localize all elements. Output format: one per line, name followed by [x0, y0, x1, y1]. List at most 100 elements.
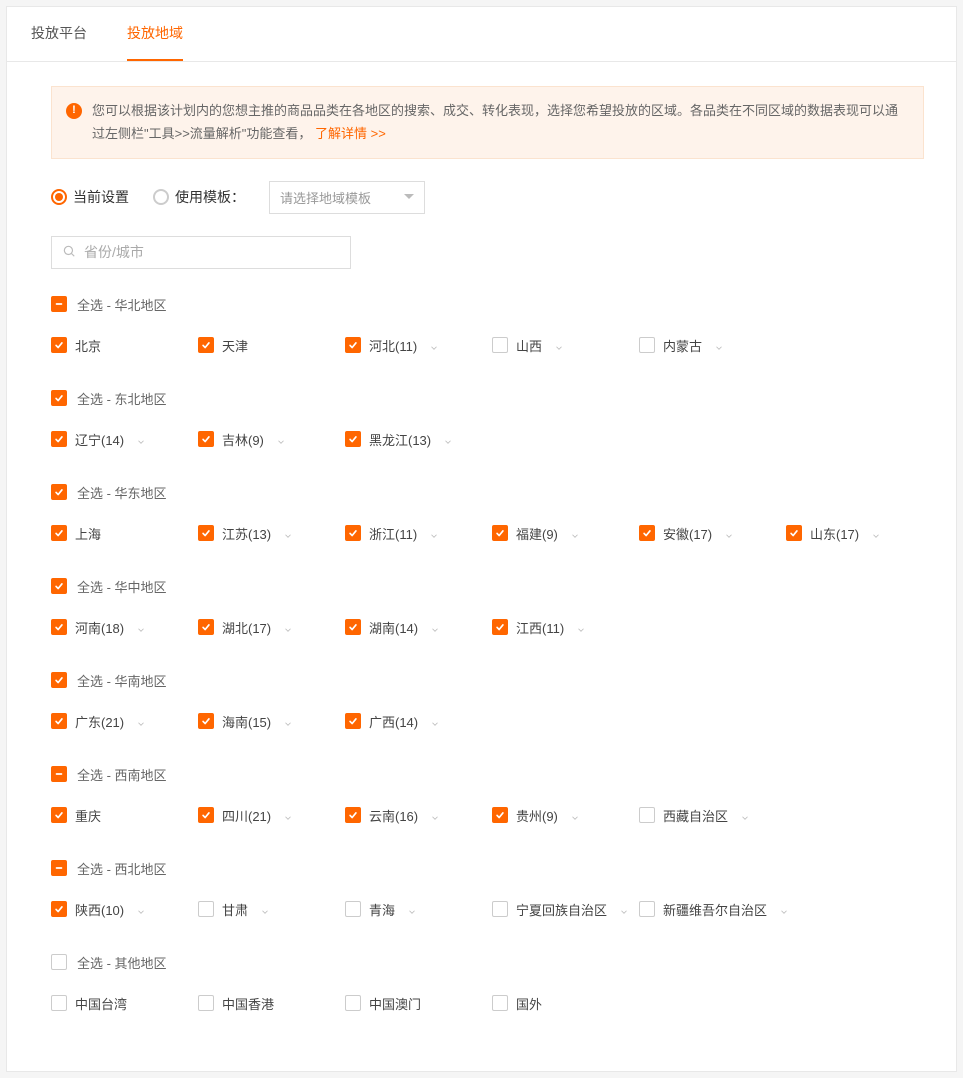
region-checkbox[interactable] — [198, 995, 214, 1011]
region-checkbox[interactable] — [345, 337, 361, 353]
region-checkbox[interactable] — [198, 901, 214, 917]
region-label: 湖南(14) — [369, 618, 418, 637]
search-input[interactable] — [84, 244, 340, 260]
region-item: 天津 — [198, 336, 345, 355]
region-label: 西藏自治区 — [663, 806, 728, 825]
region-label: 云南(16) — [369, 806, 418, 825]
region-checkbox[interactable] — [492, 807, 508, 823]
region-item: 湖北(17) — [198, 618, 345, 637]
group-select-all-checkbox[interactable] — [51, 578, 67, 594]
region-label: 山西 — [516, 336, 542, 355]
region-checkbox[interactable] — [345, 901, 361, 917]
chevron-down-icon[interactable] — [576, 622, 586, 632]
region-checkbox[interactable] — [345, 619, 361, 635]
region-checkbox[interactable] — [198, 431, 214, 447]
group-select-all-checkbox[interactable] — [51, 390, 67, 406]
chevron-down-icon[interactable] — [740, 810, 750, 820]
region-checkbox[interactable] — [492, 337, 508, 353]
group-title: 全选 - 华东地区 — [77, 483, 167, 502]
chevron-down-icon[interactable] — [136, 434, 146, 444]
region-checkbox[interactable] — [492, 901, 508, 917]
chevron-down-icon[interactable] — [429, 340, 439, 350]
region-checkbox[interactable] — [51, 337, 67, 353]
chevron-down-icon[interactable] — [136, 622, 146, 632]
region-checkbox[interactable] — [51, 619, 67, 635]
group-select-all-checkbox[interactable] — [51, 484, 67, 500]
group-select-all-checkbox[interactable] — [51, 672, 67, 688]
chevron-down-icon[interactable] — [136, 904, 146, 914]
region-checkbox[interactable] — [345, 525, 361, 541]
chevron-down-icon[interactable] — [570, 528, 580, 538]
region-checkbox[interactable] — [639, 901, 655, 917]
chevron-down-icon[interactable] — [871, 528, 881, 538]
chevron-down-icon[interactable] — [619, 904, 629, 914]
chevron-down-icon[interactable] — [724, 528, 734, 538]
notice-text: 您可以根据该计划内的您想主推的商品品类在各地区的搜索、成交、转化表现，选择您希望… — [92, 103, 898, 141]
region-checkbox[interactable] — [198, 525, 214, 541]
region-checkbox[interactable] — [492, 619, 508, 635]
region-checkbox[interactable] — [198, 713, 214, 729]
group-select-all-checkbox[interactable] — [51, 296, 67, 312]
region-item: 河北(11) — [345, 336, 492, 355]
chevron-down-icon[interactable] — [283, 528, 293, 538]
region-checkbox[interactable] — [639, 337, 655, 353]
region-checkbox[interactable] — [198, 337, 214, 353]
chevron-down-icon[interactable] — [554, 340, 564, 350]
chevron-down-icon[interactable] — [429, 528, 439, 538]
region-checkbox[interactable] — [51, 713, 67, 729]
region-checkbox[interactable] — [345, 807, 361, 823]
chevron-down-icon[interactable] — [283, 810, 293, 820]
region-label: 天津 — [222, 336, 248, 355]
region-checkbox[interactable] — [198, 619, 214, 635]
chevron-down-icon[interactable] — [430, 716, 440, 726]
radio-current[interactable]: 当前设置 — [51, 187, 129, 207]
chevron-down-icon[interactable] — [283, 622, 293, 632]
region-checkbox[interactable] — [639, 807, 655, 823]
region-label: 陕西(10) — [75, 900, 124, 919]
group-select-all-checkbox[interactable] — [51, 954, 67, 970]
chevron-down-icon[interactable] — [779, 904, 789, 914]
chevron-down-icon[interactable] — [407, 904, 417, 914]
group-select-all-checkbox[interactable] — [51, 860, 67, 876]
region-checkbox[interactable] — [345, 995, 361, 1011]
region-checkbox[interactable] — [51, 525, 67, 541]
content-area: ! 您可以根据该计划内的您想主推的商品品类在各地区的搜索、成交、转化表现，选择您… — [7, 62, 956, 1071]
template-select[interactable]: 请选择地域模板 — [269, 181, 425, 214]
chevron-down-icon[interactable] — [443, 434, 453, 444]
notice-link[interactable]: 了解详情 >> — [315, 126, 386, 141]
chevron-down-icon[interactable] — [276, 434, 286, 444]
tab-region[interactable]: 投放地域 — [127, 7, 183, 61]
region-checkbox[interactable] — [345, 431, 361, 447]
region-item: 新疆维吾尔自治区 — [639, 900, 786, 919]
chevron-down-icon[interactable] — [136, 716, 146, 726]
chevron-down-icon[interactable] — [430, 622, 440, 632]
region-checkbox[interactable] — [492, 525, 508, 541]
chevron-down-icon[interactable] — [430, 810, 440, 820]
chevron-down-icon[interactable] — [570, 810, 580, 820]
region-checkbox[interactable] — [51, 995, 67, 1011]
region-checkbox[interactable] — [198, 807, 214, 823]
region-checkbox[interactable] — [51, 807, 67, 823]
region-item: 福建(9) — [492, 524, 639, 543]
group-header: 全选 - 华中地区 — [51, 577, 924, 596]
search-box[interactable] — [51, 236, 351, 269]
region-checkbox[interactable] — [51, 901, 67, 917]
region-group: 全选 - 西北地区陕西(10)甘肃青海宁夏回族自治区新疆维吾尔自治区 — [51, 859, 924, 919]
region-label: 吉林(9) — [222, 430, 264, 449]
region-item: 中国香港 — [198, 994, 345, 1013]
radio-template[interactable]: 使用模板： — [153, 187, 245, 207]
region-checkbox[interactable] — [345, 713, 361, 729]
region-checkbox[interactable] — [51, 431, 67, 447]
region-checkbox[interactable] — [786, 525, 802, 541]
region-item: 甘肃 — [198, 900, 345, 919]
region-label: 河北(11) — [369, 336, 417, 355]
region-checkbox[interactable] — [492, 995, 508, 1011]
chevron-down-icon[interactable] — [260, 904, 270, 914]
chevron-down-icon[interactable] — [283, 716, 293, 726]
tab-platform[interactable]: 投放平台 — [31, 7, 87, 61]
region-checkbox[interactable] — [639, 525, 655, 541]
region-item: 重庆 — [51, 806, 198, 825]
chevron-down-icon[interactable] — [714, 340, 724, 350]
region-item: 内蒙古 — [639, 336, 786, 355]
group-select-all-checkbox[interactable] — [51, 766, 67, 782]
